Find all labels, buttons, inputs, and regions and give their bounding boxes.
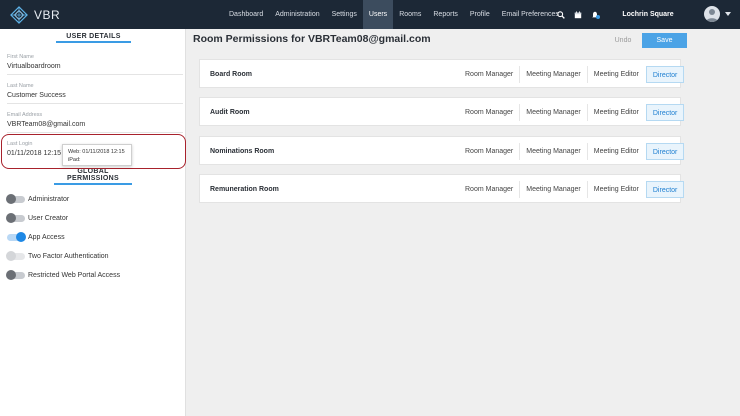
role-options: Room Manager Meeting Manager Meeting Edi… — [459, 98, 685, 127]
email-value[interactable]: VBRTeam08@gmail.com — [7, 121, 183, 128]
permission-label: App Access — [28, 233, 65, 241]
administrator-toggle[interactable] — [6, 194, 25, 204]
nav-icon-group — [552, 0, 603, 29]
toggle-knob — [6, 251, 16, 261]
role-meeting-editor[interactable]: Meeting Editor — [586, 143, 645, 160]
room-name: Nominations Room — [210, 148, 275, 155]
room-card-board-room: Board Room Room Manager Meeting Manager … — [199, 59, 685, 89]
role-director[interactable]: Director — [645, 181, 685, 198]
role-meeting-editor[interactable]: Meeting Editor — [586, 104, 645, 121]
role-meeting-editor[interactable]: Meeting Editor — [586, 181, 645, 198]
role-room-manager[interactable]: Room Manager — [459, 181, 519, 198]
permission-two-factor-authentication[interactable]: Two Factor Authentication — [6, 250, 109, 262]
first-name-field: First Name Virtualboardroom — [7, 54, 183, 70]
vbr-logo-icon — [10, 6, 28, 24]
permission-label: Two Factor Authentication — [28, 252, 109, 260]
nav-item-profile[interactable]: Profile — [464, 0, 496, 29]
role-meeting-manager[interactable]: Meeting Manager — [519, 104, 586, 121]
chevron-down-icon[interactable] — [725, 12, 731, 16]
room-card-nominations-room: Nominations Room Room Manager Meeting Ma… — [199, 136, 685, 166]
email-field: Email Address VBRTeam08@gmail.com — [7, 112, 183, 128]
toggle-knob — [6, 270, 16, 280]
role-meeting-manager[interactable]: Meeting Manager — [519, 143, 586, 160]
role-meeting-manager[interactable]: Meeting Manager — [519, 181, 586, 198]
nav-item-dashboard[interactable]: Dashboard — [223, 0, 269, 29]
nav-item-reports[interactable]: Reports — [427, 0, 464, 29]
role-room-manager[interactable]: Room Manager — [459, 143, 519, 160]
permission-label: Restricted Web Portal Access — [28, 271, 121, 279]
tooltip-ipad-login: iPad: — [68, 157, 81, 163]
avatar[interactable] — [704, 6, 720, 22]
user-avatar-icon — [706, 9, 718, 22]
user-creator-toggle[interactable] — [6, 213, 25, 223]
room-card-audit-room: Audit Room Room Manager Meeting Manager … — [199, 97, 685, 127]
room-name: Audit Room — [210, 109, 250, 116]
nav-item-administration[interactable]: Administration — [269, 0, 325, 29]
user-details-panel: USER DETAILS First Name Virtualboardroom… — [0, 29, 186, 416]
nav-item-users[interactable]: Users — [362, 0, 394, 29]
role-meeting-editor[interactable]: Meeting Editor — [586, 66, 645, 83]
first-name-label: First Name — [7, 54, 34, 60]
two-factor-toggle[interactable] — [6, 251, 25, 261]
notification-badge — [596, 15, 600, 19]
role-director[interactable]: Director — [645, 104, 685, 121]
save-button[interactable]: Save — [642, 33, 687, 48]
restricted-web-portal-toggle[interactable] — [6, 270, 25, 280]
permission-restricted-web-portal-access[interactable]: Restricted Web Portal Access — [6, 269, 121, 281]
role-options: Room Manager Meeting Manager Meeting Edi… — [459, 137, 685, 166]
role-director[interactable]: Director — [645, 143, 685, 160]
divider — [7, 103, 183, 104]
nav-item-rooms[interactable]: Rooms — [393, 0, 427, 29]
room-name: Remuneration Room — [210, 186, 279, 193]
bell-icon[interactable] — [586, 0, 603, 29]
role-room-manager[interactable]: Room Manager — [459, 104, 519, 121]
organization-name[interactable]: Lochrin Square — [614, 0, 682, 29]
page-title: Room Permissions for VBRTeam08@gmail.com — [193, 33, 431, 45]
app-access-toggle[interactable] — [7, 232, 26, 242]
email-label: Email Address — [7, 112, 43, 118]
permission-label: Administrator — [28, 195, 70, 203]
app-name: VBR — [34, 8, 61, 22]
top-navigation-bar: VBR Dashboard Administration Settings Us… — [0, 0, 740, 29]
toggle-knob — [6, 194, 16, 204]
last-login-tooltip: Web: 01/11/2018 12:15 iPad: — [62, 144, 132, 166]
global-permissions-title: GLOBAL PERMISSIONS — [54, 168, 132, 185]
divider — [7, 74, 183, 75]
permission-label: User Creator — [28, 214, 69, 222]
permission-administrator[interactable]: Administrator — [6, 193, 70, 205]
tooltip-web-login: Web: 01/11/2018 12:15 — [68, 149, 125, 155]
app-logo[interactable]: VBR — [10, 5, 60, 25]
toggle-knob — [16, 232, 26, 242]
nav-item-settings[interactable]: Settings — [326, 0, 363, 29]
search-icon[interactable] — [552, 0, 569, 29]
last-name-label: Last Name — [7, 83, 34, 89]
toggle-knob — [6, 213, 16, 223]
role-director[interactable]: Director — [645, 66, 685, 83]
last-name-value[interactable]: Customer Success — [7, 92, 183, 99]
last-name-field: Last Name Customer Success — [7, 83, 183, 99]
room-name: Board Room — [210, 71, 252, 78]
divider — [7, 132, 183, 133]
role-options: Room Manager Meeting Manager Meeting Edi… — [459, 60, 685, 89]
role-options: Room Manager Meeting Manager Meeting Edi… — [459, 175, 685, 204]
role-meeting-manager[interactable]: Meeting Manager — [519, 66, 586, 83]
user-details-title: USER DETAILS — [56, 33, 131, 43]
role-room-manager[interactable]: Room Manager — [459, 66, 519, 83]
permission-user-creator[interactable]: User Creator — [6, 212, 69, 224]
permission-app-access[interactable]: App Access — [7, 231, 65, 243]
room-card-remuneration-room: Remuneration Room Room Manager Meeting M… — [199, 174, 685, 204]
undo-button[interactable]: Undo — [610, 34, 636, 48]
first-name-value[interactable]: Virtualboardroom — [7, 63, 183, 70]
calendar-icon[interactable] — [569, 0, 586, 29]
main-nav: Dashboard Administration Settings Users … — [223, 0, 565, 29]
